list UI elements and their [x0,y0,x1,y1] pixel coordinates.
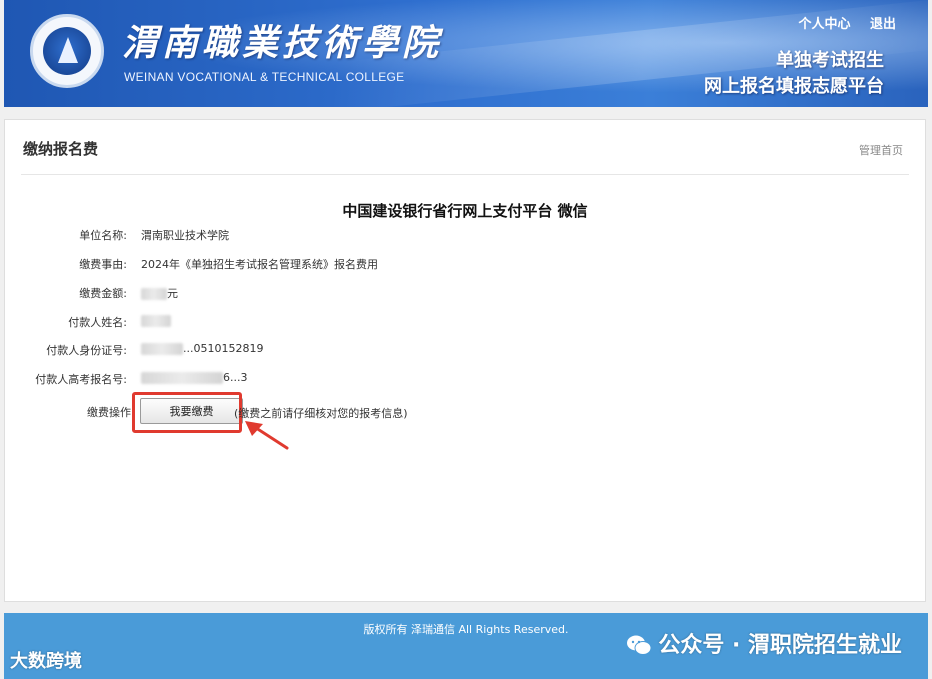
amount-unit: 元 [167,287,178,300]
logout-link[interactable]: 退出 [870,17,896,32]
form-row-id: 付款人身份证号: ...0510152819 [5,342,925,362]
logo-sail-icon [58,37,78,63]
payer-name-value [141,314,171,327]
form-row-payer-name: 付款人姓名: [5,314,925,334]
page-title: 缴纳报名费 [23,140,99,158]
form-row-amount: 缴费金额: 元 [5,285,925,305]
id-value-wrap: ...0510152819 [141,342,263,355]
site-footer: 版权所有 泽瑞通信 All Rights Reserved. 大数跨境 公众号 … [4,613,928,679]
form-row-reason: 缴费事由: 2024年《单独招生考试报名管理系统》报名费用 [5,256,925,276]
watermark-right: 公众号 · 渭职院招生就业 [626,627,902,659]
pointer-arrow-icon [245,421,289,450]
watermark-left: 大数跨境 [10,647,82,673]
platform-title-line2: 网上报名填报志愿平台 [704,76,884,97]
site-header: 渭南職業技術學院 WEINAN VOCATIONAL & TECHNICAL C… [4,0,928,107]
form-row-unit: 单位名称: 渭南职业技术学院 [5,227,925,247]
redacted-exam-no [141,372,223,384]
admin-home-link[interactable]: 管理首页 [859,142,903,158]
id-label: 付款人身份证号: [46,344,127,357]
id-value: ...0510152819 [183,342,264,355]
pay-button[interactable]: 我要缴费 [140,398,243,424]
payment-panel: 缴纳报名费 管理首页 中国建设银行省行网上支付平台 微信 单位名称: 渭南职业技… [4,119,926,602]
unit-label: 单位名称: [79,229,127,242]
form-row-exam-no: 付款人高考报名号: 6...3 [5,371,925,391]
redacted-id [141,343,183,355]
redacted-amount [141,288,167,300]
panel-header: 缴纳报名费 管理首页 [21,120,909,175]
college-name-cn: 渭南職業技術學院 [122,22,443,64]
watermark-left-text: 大数跨境 [10,651,82,672]
exam-no-value-wrap: 6...3 [141,371,248,384]
wechat-icon [627,635,652,655]
reason-label: 缴费事由: [79,258,127,271]
unit-value: 渭南职业技术学院 [141,229,229,242]
college-logo [30,14,104,88]
platform-title: 单独考试招生 网上报名填报志愿平台 [704,48,884,100]
reason-value: 2024年《单独招生考试报名管理系统》报名费用 [141,258,378,271]
top-links: 个人中心 退出 [782,13,896,32]
personal-center-link[interactable]: 个人中心 [798,17,850,32]
amount-value-wrap: 元 [141,285,178,301]
payment-platform-title: 中国建设银行省行网上支付平台 微信 [342,202,588,220]
exam-no-label: 付款人高考报名号: [35,373,127,386]
redacted-name [141,315,171,327]
exam-no-value: 6...3 [223,371,248,384]
amount-label: 缴费金额: [79,287,127,300]
payer-name-label: 付款人姓名: [68,316,127,329]
platform-title-line1: 单独考试招生 [776,50,884,71]
action-label: 缴费操作 [87,406,131,419]
pay-note: (缴费之前请仔细核对您的报考信息) [234,407,408,420]
watermark-right-text: 公众号 · 渭职院招生就业 [658,633,902,658]
college-name-en: WEINAN VOCATIONAL & TECHNICAL COLLEGE [124,70,405,84]
